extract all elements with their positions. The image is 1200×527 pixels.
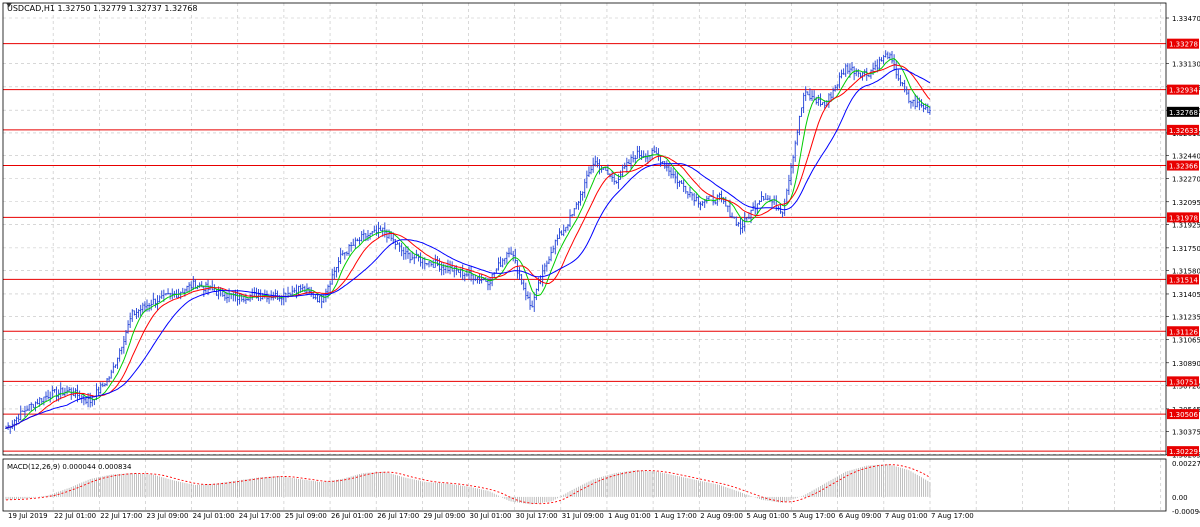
time-tick-label: 2 Aug 09:00 [700, 512, 743, 520]
time-tick-label: 30 Jul 17:00 [516, 512, 558, 520]
level-price-label: 1.31978 [1169, 214, 1198, 222]
price-tick-label: 1.31750 [1172, 245, 1200, 253]
time-tick-label: 30 Jul 01:00 [470, 512, 512, 520]
time-tick-label: 1 Aug 01:00 [608, 512, 651, 520]
time-tick-label: 24 Jul 17:00 [239, 512, 281, 520]
time-tick-label: 23 Jul 09:00 [146, 512, 188, 520]
price-tick-label: 1.32270 [1172, 175, 1200, 183]
level-price-label: 1.30506 [1169, 411, 1198, 419]
macd-tick-label: -0.000947 [1172, 508, 1200, 516]
time-tick-label: 7 Aug 17:00 [931, 512, 974, 520]
chart-canvas[interactable]: 1.334701.331301.329551.327801.326101.324… [0, 0, 1200, 523]
level-price-label: 1.33278 [1169, 41, 1198, 49]
macd-header: MACD(12,26,9) 0.000044 0.000834 [7, 463, 132, 471]
price-tick-label: 1.31235 [1172, 314, 1200, 322]
time-tick-label: 29 Jul 09:00 [423, 512, 465, 520]
time-tick-label: 22 Jul 17:00 [100, 512, 142, 520]
price-tick-label: 1.31065 [1172, 336, 1200, 344]
price-tick-label: 1.33470 [1172, 15, 1200, 23]
price-tick-label: 1.30375 [1172, 429, 1200, 437]
level-price-label: 1.32934 [1169, 87, 1198, 95]
level-price-label: 1.31126 [1169, 328, 1198, 336]
time-tick-label: 24 Jul 01:00 [193, 512, 235, 520]
time-tick-label: 5 Aug 01:00 [746, 512, 789, 520]
symbol-header: USDCAD,H1 1.32750 1.32779 1.32737 1.3276… [7, 4, 197, 13]
time-tick-label: 7 Aug 01:00 [885, 512, 928, 520]
macd-tick-label: 0.00 [1172, 494, 1188, 502]
macd-tick-label: 0.002278 [1172, 460, 1200, 468]
price-tick-label: 1.32440 [1172, 153, 1200, 161]
price-tick-label: 1.31580 [1172, 268, 1200, 276]
time-tick-label: 5 Aug 17:00 [793, 512, 836, 520]
current-price-label: 1.32768 [1169, 109, 1198, 117]
price-tick-label: 1.31405 [1172, 291, 1200, 299]
price-tick-label: 1.32095 [1172, 199, 1200, 207]
time-tick-label: 6 Aug 09:00 [839, 512, 882, 520]
level-price-label: 1.30229 [1169, 448, 1198, 456]
price-tick-label: 1.31925 [1172, 221, 1200, 229]
price-tick-label: 1.33130 [1172, 60, 1200, 68]
time-tick-label: 25 Jul 09:00 [285, 512, 327, 520]
price-chart[interactable]: 1.334701.331301.329551.327801.326101.324… [0, 0, 1200, 523]
level-price-label: 1.32366 [1169, 163, 1198, 171]
level-price-label: 1.32633 [1169, 127, 1198, 135]
price-tick-label: 1.30890 [1172, 360, 1200, 368]
time-tick-label: 22 Jul 01:00 [54, 512, 96, 520]
time-tick-label: 26 Jul 17:00 [377, 512, 419, 520]
level-price-label: 1.30751 [1169, 378, 1198, 386]
time-tick-label: 19 Jul 2019 [8, 512, 48, 520]
time-tick-label: 1 Aug 17:00 [654, 512, 697, 520]
level-price-label: 1.31514 [1169, 276, 1198, 284]
chart-background [0, 0, 1200, 523]
time-tick-label: 26 Jul 01:00 [331, 512, 373, 520]
time-tick-label: 31 Jul 09:00 [562, 512, 604, 520]
